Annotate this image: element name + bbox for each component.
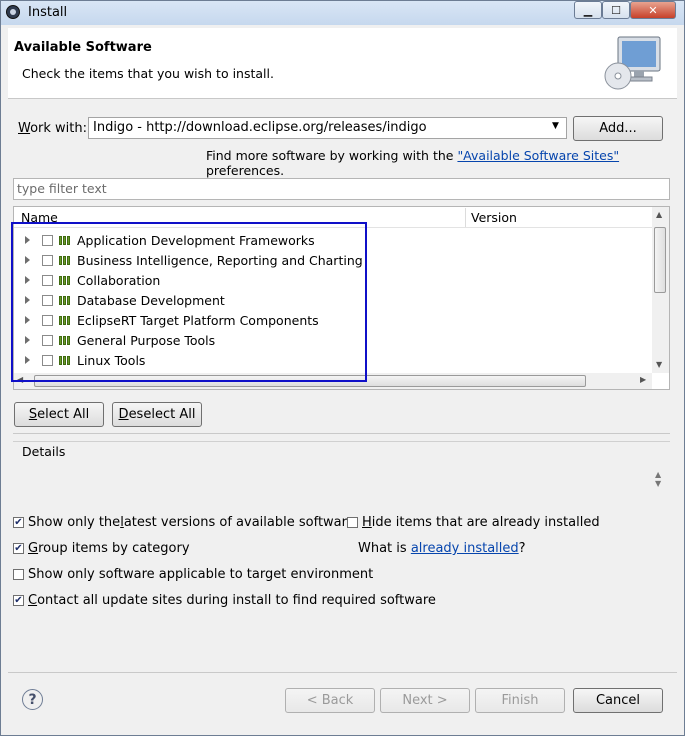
- eclipse-app-icon: [6, 5, 20, 19]
- column-version[interactable]: Version: [471, 210, 517, 230]
- divider: [13, 433, 670, 434]
- close-icon: ✕: [648, 3, 658, 17]
- available-software-sites-link[interactable]: "Available Software Sites": [457, 148, 619, 163]
- page-subtitle: Check the items that you wish to install…: [22, 66, 274, 81]
- close-button[interactable]: ✕: [630, 1, 676, 19]
- checkbox[interactable]: ✔: [13, 517, 24, 528]
- filter-input[interactable]: type filter text: [13, 178, 670, 200]
- add-site-button[interactable]: Add...: [573, 116, 663, 141]
- latest-versions-option[interactable]: ✔ Show only the l atest versions of availa…: [13, 515, 355, 530]
- select-all-button[interactable]: Select All: [14, 402, 104, 427]
- scroll-up-icon[interactable]: ▲: [656, 210, 662, 219]
- maximize-icon: ☐: [611, 3, 621, 17]
- page-title: Available Software: [14, 40, 152, 55]
- footer-divider: [8, 672, 677, 673]
- minimize-button[interactable]: ▁: [574, 1, 602, 19]
- scroll-right-icon[interactable]: ▶: [640, 375, 646, 384]
- help-icon[interactable]: ?: [22, 689, 43, 710]
- highlight-box: [11, 222, 367, 382]
- scroll-down-icon[interactable]: ▼: [656, 360, 662, 369]
- work-with-combo[interactable]: Indigo - http://download.eclipse.org/rel…: [88, 117, 567, 139]
- next-button[interactable]: Next >: [380, 688, 470, 713]
- minimize-icon: ▁: [583, 3, 593, 17]
- target-environment-option[interactable]: Show only software applicable to target …: [13, 567, 373, 582]
- finish-button[interactable]: Finish: [475, 688, 565, 713]
- contact-update-sites-option[interactable]: ✔ Contact all update sites during install…: [13, 593, 436, 608]
- chevron-down-icon[interactable]: ▼: [552, 121, 564, 135]
- details-label: Details: [22, 444, 66, 459]
- checkbox[interactable]: ✔: [13, 543, 24, 554]
- wizard-header: [8, 28, 677, 99]
- work-with-label: Work with:: [18, 121, 88, 136]
- deselect-all-button[interactable]: Deselect All: [112, 402, 202, 427]
- maximize-button[interactable]: ☐: [602, 1, 630, 19]
- vertical-scroll-thumb[interactable]: [654, 227, 666, 293]
- already-installed-link[interactable]: already installed: [411, 541, 519, 556]
- checkbox[interactable]: [13, 569, 24, 580]
- cancel-button[interactable]: Cancel: [573, 688, 663, 713]
- details-scroll-icon[interactable]: ▲ ▼: [655, 470, 661, 488]
- group-by-category-option[interactable]: ✔ Group items by category: [13, 541, 190, 556]
- checkbox[interactable]: [347, 517, 358, 528]
- back-button[interactable]: < Back: [285, 688, 375, 713]
- checkbox[interactable]: ✔: [13, 595, 24, 606]
- available-sites-hint: Find more software by working with the "…: [206, 148, 620, 178]
- what-is-installed-text: What is already installed?: [358, 541, 526, 556]
- column-divider: [465, 208, 466, 227]
- install-monitor-icon: [604, 36, 661, 90]
- vertical-scrollbar[interactable]: ▲ ▼: [652, 207, 669, 373]
- window-title: Install: [28, 5, 68, 20]
- details-panel: [13, 441, 670, 508]
- hide-installed-option[interactable]: Hide items that are already installed: [347, 515, 600, 530]
